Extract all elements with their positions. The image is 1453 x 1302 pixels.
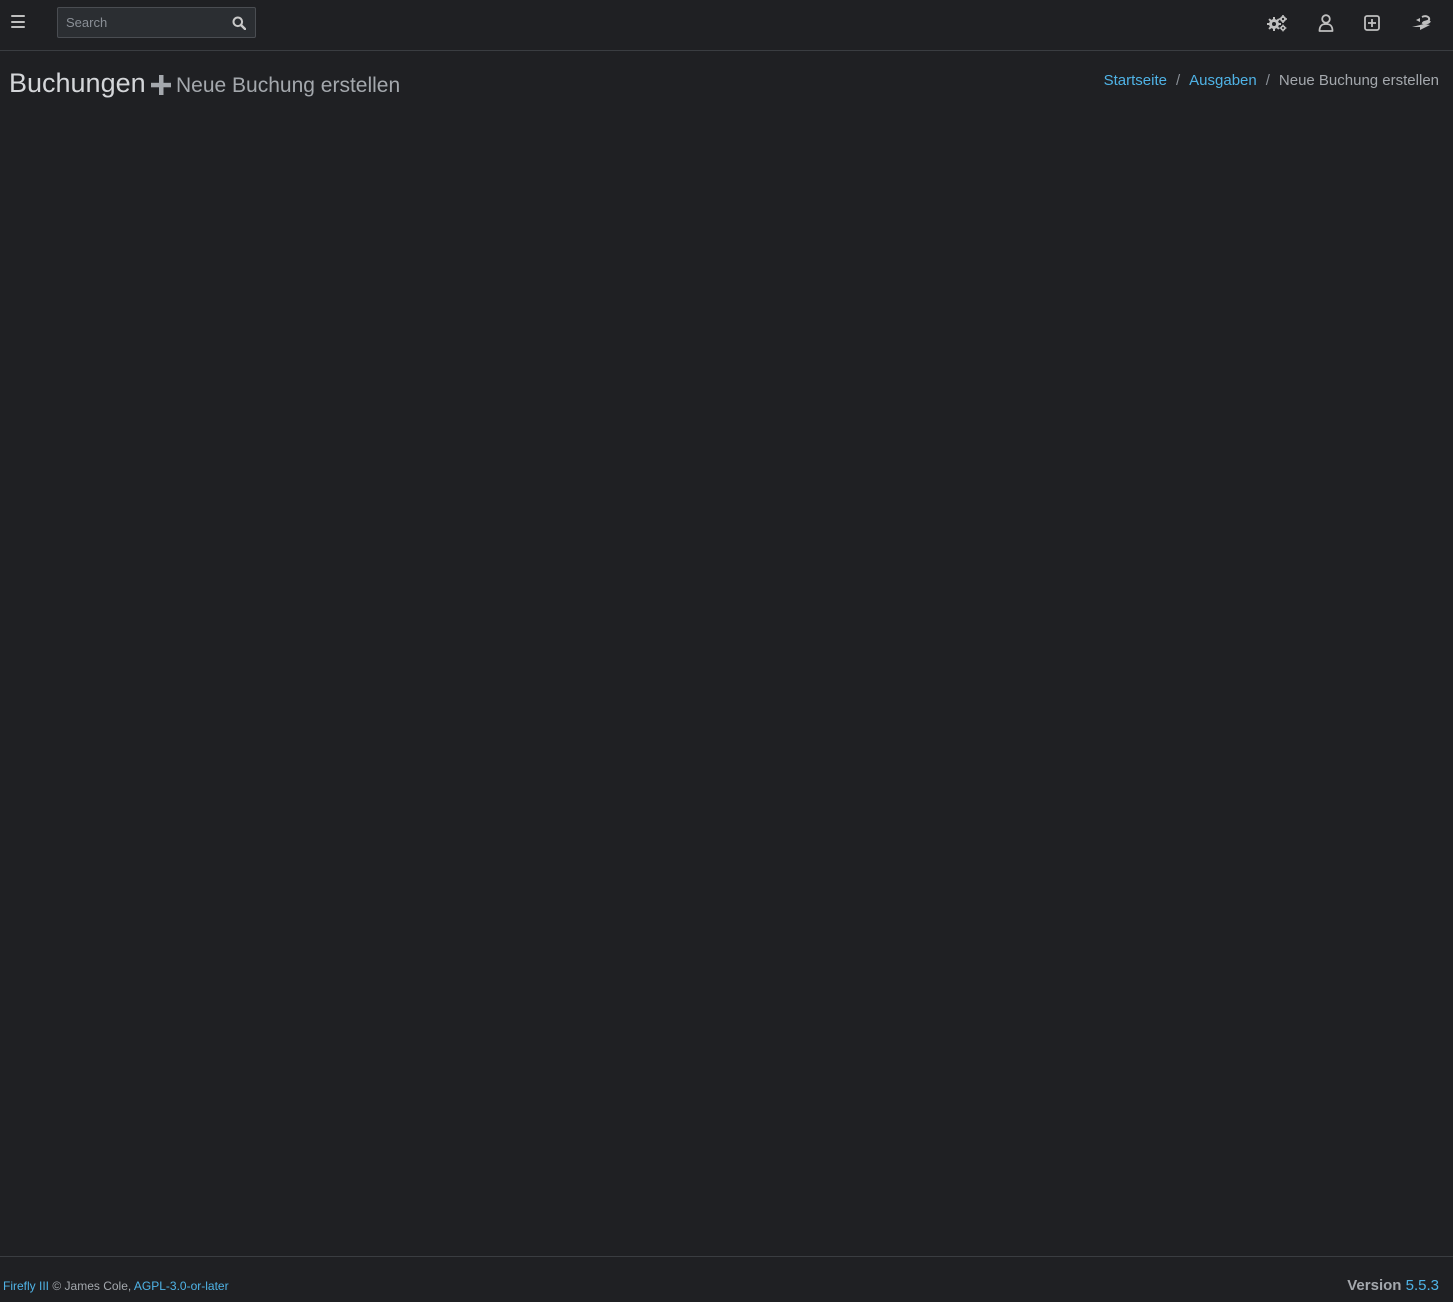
search-button[interactable] [223,8,255,37]
content-header: Buchungen Neue Buchung erstellen Startse… [0,51,1453,111]
gears-icon[interactable] [1265,11,1289,35]
breadcrumb-separator: / [1265,72,1270,89]
breadcrumb: Startseite / Ausgaben / Neue Buchung ers… [1104,71,1439,91]
app-name-link[interactable]: Firefly III [3,1279,49,1293]
page-subtitle: Neue Buchung erstellen [176,74,401,97]
version-number: 5.5.3 [1405,1277,1439,1294]
breadcrumb-separator: / [1175,72,1181,89]
breadcrumb-item-current: Neue Buchung erstellen [1278,72,1439,89]
logout-icon[interactable] [1409,11,1433,35]
page-title: Buchungen [9,68,146,98]
bars-icon[interactable] [9,14,27,30]
search-icon [232,16,246,30]
plus-square-icon[interactable] [1360,11,1384,35]
footer-credits: Firefly III © James Cole, AGPL-3.0-or-la… [3,1279,229,1293]
footer: Firefly III © James Cole, AGPL-3.0-or-la… [0,1256,1453,1302]
plus-icon [151,75,171,95]
breadcrumb-item-ausgaben[interactable]: Ausgaben [1189,71,1257,91]
version-label: Version [1347,1277,1402,1294]
top-navbar [0,0,1453,51]
version-info: Version 5.5.3 [1347,1277,1439,1294]
search-input[interactable] [58,8,228,37]
search-form [57,7,256,38]
breadcrumb-item-startseite[interactable]: Startseite [1104,71,1167,91]
user-icon[interactable] [1314,11,1338,35]
copyright-text: © James Cole, [52,1279,132,1293]
license-link[interactable]: AGPL-3.0-or-later [134,1279,229,1293]
